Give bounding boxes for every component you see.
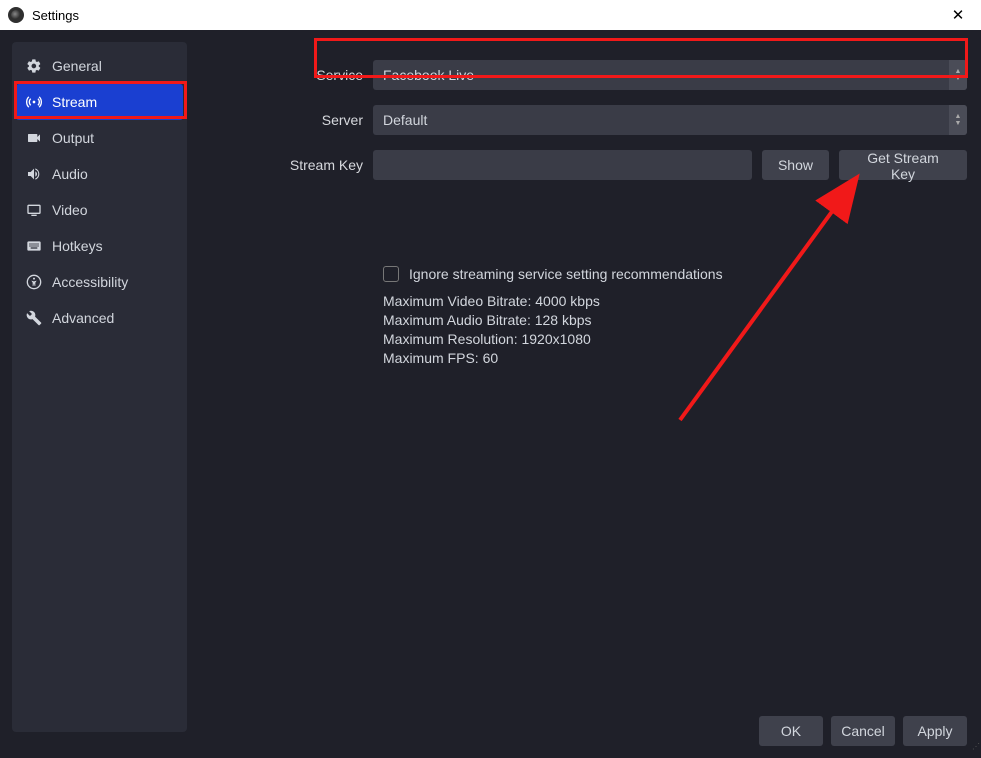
sidebar-item-label: General: [52, 58, 102, 74]
keyboard-icon: [26, 238, 42, 254]
content-area: General Stream Output Audio Video: [0, 30, 981, 758]
server-row: Server Default ▲▼: [200, 105, 967, 135]
sidebar-item-label: Stream: [52, 94, 97, 110]
sidebar-item-label: Hotkeys: [52, 238, 103, 254]
close-icon[interactable]: ✕: [943, 6, 973, 24]
sidebar-item-label: Video: [52, 202, 88, 218]
output-icon: [26, 130, 42, 146]
resize-grip-icon[interactable]: ⋰: [968, 745, 980, 757]
apply-button[interactable]: Apply: [903, 716, 967, 746]
cancel-button[interactable]: Cancel: [831, 716, 895, 746]
sidebar-item-label: Output: [52, 130, 94, 146]
obs-logo-icon: [8, 7, 24, 23]
ok-button[interactable]: OK: [759, 716, 823, 746]
streamkey-label: Stream Key: [200, 157, 363, 173]
ignore-recommendations-row: Ignore streaming service setting recomme…: [383, 266, 967, 282]
max-audio-bitrate: Maximum Audio Bitrate: 128 kbps: [383, 311, 967, 330]
service-select[interactable]: Facebook Live ▲▼: [373, 60, 967, 90]
service-label: Service: [200, 67, 363, 83]
speaker-icon: [26, 166, 42, 182]
service-value: Facebook Live: [383, 67, 474, 83]
accessibility-icon: [26, 274, 42, 290]
sidebar-item-accessibility[interactable]: Accessibility: [16, 264, 183, 300]
dialog-footer: OK Cancel Apply: [759, 716, 967, 746]
service-limits: Maximum Video Bitrate: 4000 kbps Maximum…: [383, 292, 967, 368]
sidebar-item-stream[interactable]: Stream: [16, 84, 183, 120]
ignore-recommendations-checkbox[interactable]: [383, 266, 399, 282]
sidebar-item-video[interactable]: Video: [16, 192, 183, 228]
server-value: Default: [383, 112, 427, 128]
chevron-updown-icon: ▲▼: [949, 60, 967, 90]
sidebar-item-hotkeys[interactable]: Hotkeys: [16, 228, 183, 264]
window-title: Settings: [32, 8, 943, 23]
monitor-icon: [26, 202, 42, 218]
server-select[interactable]: Default ▲▼: [373, 105, 967, 135]
streamkey-input[interactable]: [373, 150, 752, 180]
sidebar-item-label: Audio: [52, 166, 88, 182]
chevron-updown-icon: ▲▼: [949, 105, 967, 135]
sidebar-item-audio[interactable]: Audio: [16, 156, 183, 192]
gear-icon: [26, 58, 42, 74]
sidebar-item-general[interactable]: General: [16, 48, 183, 84]
tools-icon: [26, 310, 42, 326]
sidebar-item-label: Advanced: [52, 310, 114, 326]
sidebar-item-label: Accessibility: [52, 274, 128, 290]
server-label: Server: [200, 112, 363, 128]
max-resolution: Maximum Resolution: 1920x1080: [383, 330, 967, 349]
show-button[interactable]: Show: [762, 150, 829, 180]
sidebar-item-advanced[interactable]: Advanced: [16, 300, 183, 336]
sidebar-item-output[interactable]: Output: [16, 120, 183, 156]
antenna-icon: [26, 94, 42, 110]
ignore-recommendations-label: Ignore streaming service setting recomme…: [409, 266, 723, 282]
service-row: Service Facebook Live ▲▼: [200, 60, 967, 90]
streamkey-row: Stream Key Show Get Stream Key: [200, 150, 967, 180]
get-stream-key-button[interactable]: Get Stream Key: [839, 150, 967, 180]
stream-settings-panel: Service Facebook Live ▲▼ Server Default …: [200, 60, 967, 368]
settings-sidebar: General Stream Output Audio Video: [12, 42, 187, 732]
titlebar: Settings ✕: [0, 0, 981, 30]
max-video-bitrate: Maximum Video Bitrate: 4000 kbps: [383, 292, 967, 311]
max-fps: Maximum FPS: 60: [383, 349, 967, 368]
